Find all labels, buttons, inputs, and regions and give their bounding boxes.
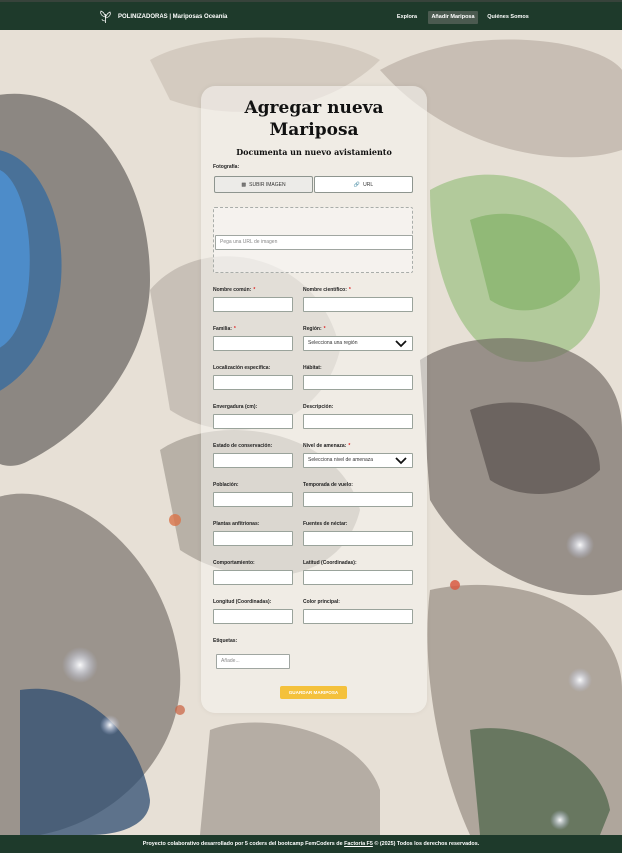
description-label: Descripción: xyxy=(303,404,334,410)
chevron-down-icon xyxy=(395,457,407,465)
nav-links: Explora Añadir Mariposa Quiénes Somos xyxy=(0,11,622,24)
host-plants-input[interactable] xyxy=(213,531,293,546)
main-color-label: Color principal: xyxy=(303,599,340,605)
url-button-label: URL xyxy=(363,181,374,188)
nectar-sources-input[interactable] xyxy=(303,531,413,546)
nav-link-anadir-mariposa[interactable]: Añadir Mariposa xyxy=(428,11,478,24)
family-input[interactable] xyxy=(213,336,293,351)
threat-level-label: Nivel de amenaza: * xyxy=(303,443,351,449)
image-dropzone[interactable]: Pega una URL de imagen xyxy=(213,207,413,273)
link-icon: 🔗 xyxy=(353,181,361,188)
longitude-input[interactable] xyxy=(213,609,293,624)
add-butterfly-form: Agregar nueva Mariposa Documenta un nuev… xyxy=(201,86,427,713)
url-button[interactable]: 🔗 URL xyxy=(314,176,413,193)
latitude-label: Latitud (Coordinadas): xyxy=(303,560,357,566)
factoria-f5-link[interactable]: Factoría F5 xyxy=(344,841,373,847)
common-name-input[interactable] xyxy=(213,297,293,312)
behavior-input[interactable] xyxy=(213,570,293,585)
host-plants-label: Plantas anfitrionas: xyxy=(213,521,260,527)
common-name-label: Nombre común: * xyxy=(213,287,256,293)
flight-season-label: Temporada de vuelo: xyxy=(303,482,353,488)
tags-input[interactable]: Añade... xyxy=(216,654,290,669)
population-input[interactable] xyxy=(213,492,293,507)
longitude-label: Longitud (Coordinadas): xyxy=(213,599,272,605)
main-color-input[interactable] xyxy=(303,609,413,624)
threat-level-select[interactable]: Selecciona nivel de amenaza xyxy=(303,453,413,468)
nectar-sources-label: Fuentes de néctar: xyxy=(303,521,348,527)
form-title: Agregar nueva Mariposa xyxy=(244,98,384,140)
nav-link-quienes-somos[interactable]: Quiénes Somos xyxy=(484,11,532,24)
conservation-label: Estado de conservación: xyxy=(213,443,273,449)
upload-image-label: SUBIR IMAGEN xyxy=(249,181,286,188)
photo-label: Fotografía: xyxy=(213,164,240,170)
habitat-input[interactable] xyxy=(303,375,413,390)
flight-season-input[interactable] xyxy=(303,492,413,507)
footer-text-before: Proyecto colaborativo desarrollado por 5… xyxy=(142,841,345,847)
save-butterfly-button[interactable]: GUARDAR MARIPOSA xyxy=(280,686,347,699)
habitat-label: Hábitat: xyxy=(303,365,322,371)
scientific-name-input[interactable] xyxy=(303,297,413,312)
top-navbar: POLINIZADORAS | Mariposas Oceanía Explor… xyxy=(0,0,622,30)
nav-link-explora[interactable]: Explora xyxy=(393,11,421,24)
chevron-down-icon xyxy=(395,340,407,348)
footer: Proyecto colaborativo desarrollado por 5… xyxy=(0,835,622,853)
behavior-label: Comportamiento: xyxy=(213,560,255,566)
upload-image-button[interactable]: ▩ SUBIR IMAGEN xyxy=(214,176,313,193)
population-label: Población: xyxy=(213,482,239,488)
scientific-name-label: Nombre científico: * xyxy=(303,287,351,293)
wingspan-input[interactable] xyxy=(213,414,293,429)
footer-text-after: © (2025) Todos los derechos reservados. xyxy=(372,841,480,847)
locality-input[interactable] xyxy=(213,375,293,390)
region-select[interactable]: Selecciona una región xyxy=(303,336,413,351)
image-url-input[interactable]: Pega una URL de imagen xyxy=(215,235,413,250)
camera-icon: ▩ xyxy=(241,181,247,188)
conservation-input[interactable] xyxy=(213,453,293,468)
wingspan-label: Envergadura (cm): xyxy=(213,404,258,410)
latitude-input[interactable] xyxy=(303,570,413,585)
locality-label: Localización específica: xyxy=(213,365,271,371)
description-input[interactable] xyxy=(303,414,413,429)
family-label: Familia: * xyxy=(213,326,236,332)
form-subtitle: Documenta un nuevo avistamiento xyxy=(236,147,392,157)
region-label: Región: * xyxy=(303,326,326,332)
tags-label: Etiquetas: xyxy=(213,638,238,644)
